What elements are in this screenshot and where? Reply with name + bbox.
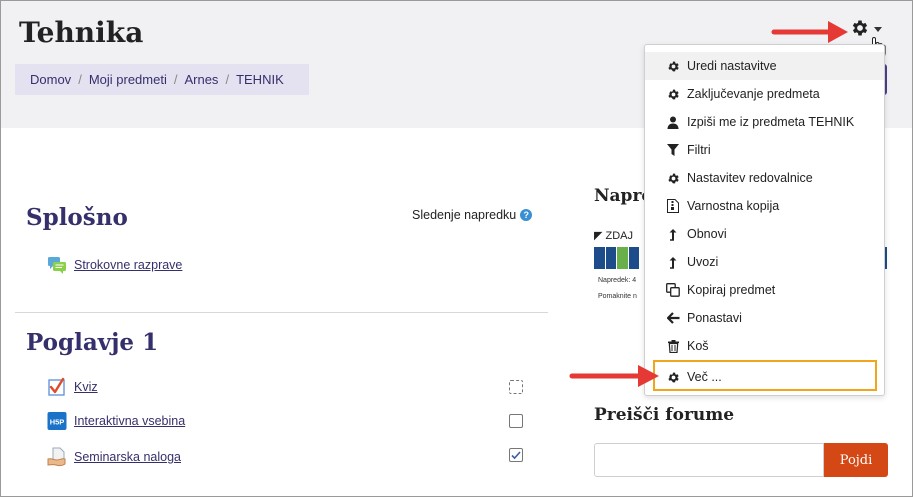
menu-item-label: Filtri: [687, 143, 711, 157]
menu-item-label: Nastavitev redovalnice: [687, 171, 813, 185]
svg-text:H5P: H5P: [50, 418, 65, 427]
progress-text: Napredek: 4: [598, 277, 637, 284]
activity-h5p[interactable]: H5P Interaktivna vsebina: [47, 411, 185, 431]
course-actions-menu-button[interactable]: [850, 18, 882, 38]
forum-icon: [48, 257, 66, 274]
trash-icon: [666, 339, 680, 353]
page-title: Tehnika: [19, 16, 144, 49]
gear-icon: [852, 20, 868, 36]
chevron-down-icon: [874, 27, 882, 32]
breadcrumb: Domov / Moji predmeti / Arnes / TEHNIK: [15, 64, 309, 95]
gear-icon: [666, 87, 680, 101]
progress-mode[interactable]: ◤ ZDAJ: [594, 229, 633, 242]
menu-item-filters[interactable]: Filtri: [645, 136, 884, 164]
activity-label: Interaktivna vsebina: [74, 414, 186, 428]
progress-mode-label: ZDAJ: [605, 230, 634, 242]
menu-item-reset[interactable]: Ponastavi: [645, 304, 884, 332]
section-title-general: Splošno: [26, 204, 128, 231]
level-up-icon: [666, 255, 680, 269]
forum-search-button[interactable]: Pojdi: [824, 443, 888, 477]
h5p-icon: H5P: [47, 412, 67, 430]
breadcrumb-separator: /: [78, 72, 82, 87]
progress-bar[interactable]: [594, 247, 639, 269]
menu-item-label: Izpiši me iz predmeta TEHNIK: [687, 115, 855, 129]
menu-item-label: Koš: [687, 339, 709, 353]
menu-item-course-completion[interactable]: Zaključevanje predmeta: [645, 80, 884, 108]
activity-quiz[interactable]: Kviz: [47, 377, 98, 397]
level-up-icon: [666, 227, 680, 241]
activity-assignment[interactable]: Seminarska naloga: [47, 447, 181, 467]
menu-item-label: Obnovi: [687, 227, 727, 241]
menu-item-gradebook-setup[interactable]: Nastavitev redovalnice: [645, 164, 884, 192]
section-divider: [15, 312, 548, 313]
progress-tracking-label: Sledenje napredku ?: [412, 208, 533, 222]
menu-item-label: Uredi nastavitve: [687, 59, 777, 73]
activity-forum[interactable]: Strokovne razprave: [47, 255, 182, 275]
menu-item-label: Kopiraj predmet: [687, 283, 776, 297]
menu-item-copy-course[interactable]: Kopiraj predmet: [645, 276, 884, 304]
menu-item-backup[interactable]: Varnostna kopija: [645, 192, 884, 220]
annotation-arrow-icon: [569, 365, 659, 387]
activity-label: Strokovne razprave: [74, 258, 183, 272]
forum-search-input[interactable]: [594, 443, 824, 477]
activity-label: Seminarska naloga: [74, 450, 182, 464]
gear-icon: [666, 171, 680, 185]
copy-icon: [666, 283, 680, 297]
menu-item-unenrol[interactable]: Izpiši me iz predmeta TEHNIK: [645, 108, 884, 136]
menu-item-label: Zaključevanje predmeta: [687, 87, 820, 101]
breadcrumb-my-courses[interactable]: Moji predmeti: [89, 72, 167, 87]
progress-tracking-text: Sledenje napredku: [412, 208, 517, 222]
course-actions-dropdown: Uredi nastavitve Zaključevanje predmeta …: [644, 44, 885, 396]
user-icon: [666, 115, 680, 129]
menu-item-label: Ponastavi: [687, 311, 742, 325]
section-title-chapter-1: Poglavje 1: [26, 329, 159, 356]
arrow-left-icon: [666, 311, 680, 325]
menu-item-edit-settings[interactable]: Uredi nastavitve: [645, 52, 884, 80]
breadcrumb-separator: /: [225, 72, 230, 87]
completion-checkbox[interactable]: [509, 448, 523, 462]
activity-label: Kviz: [74, 380, 98, 394]
breadcrumb-home[interactable]: Domov: [30, 72, 71, 87]
quiz-icon: [48, 377, 65, 396]
breadcrumb-category[interactable]: Arnes: [184, 72, 218, 87]
annotation-arrow-icon: [771, 21, 848, 43]
filter-icon: [666, 143, 680, 157]
menu-item-import[interactable]: Uvozi: [645, 248, 884, 276]
menu-item-recycle-bin[interactable]: Koš: [645, 332, 884, 360]
gear-icon: [666, 59, 680, 73]
file-archive-icon: [666, 199, 680, 213]
completion-checkbox[interactable]: [509, 414, 523, 428]
highlight-box: [653, 360, 877, 391]
breadcrumb-current-course[interactable]: TEHNIK: [236, 72, 284, 87]
menu-item-restore[interactable]: Obnovi: [645, 220, 884, 248]
forum-search-title: Preišči forume: [594, 405, 735, 425]
progress-hint: Pomaknite n: [598, 293, 637, 300]
breadcrumb-separator: /: [173, 72, 178, 87]
menu-item-label: Uvozi: [687, 255, 719, 269]
check-icon: [511, 451, 521, 460]
assignment-icon: [47, 447, 66, 467]
help-icon[interactable]: ?: [520, 209, 533, 221]
completion-checkbox[interactable]: [509, 380, 523, 394]
menu-item-label: Varnostna kopija: [687, 199, 780, 213]
